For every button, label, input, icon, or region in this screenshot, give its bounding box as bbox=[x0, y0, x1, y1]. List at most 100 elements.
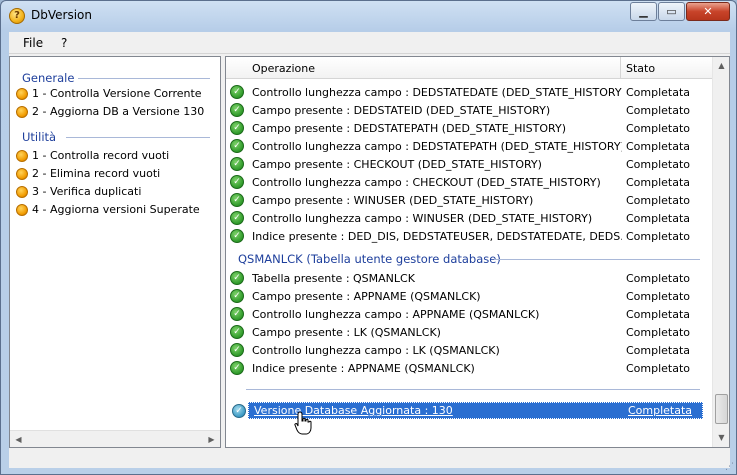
orange-bullet-icon bbox=[16, 105, 28, 118]
row-operation: Controllo lunghezza campo : DEDSTATEDATE… bbox=[252, 86, 622, 99]
table-row[interactable]: ✓ Campo presente : WINUSER (DED_STATE_HIS… bbox=[230, 191, 712, 209]
action-verifica-duplicati[interactable]: 3 - Verifica duplicati bbox=[16, 185, 141, 198]
table-row[interactable]: ✓ Controllo lunghezza campo : CHECKOUT (D… bbox=[230, 173, 712, 191]
table-row[interactable]: ✓ Controllo lunghezza campo : LK (QSMANLC… bbox=[230, 341, 712, 359]
table-row[interactable]: ✓ Controllo lunghezza campo : DEDSTATEPAT… bbox=[230, 137, 712, 155]
column-header: Operazione Stato bbox=[226, 57, 714, 79]
table-row[interactable]: ✓ Campo presente : APPNAME (QSMANLCK) Comp… bbox=[230, 287, 712, 305]
check-icon: ✓ bbox=[230, 193, 244, 207]
window-title: DbVersion bbox=[31, 8, 92, 22]
table-row[interactable]: ✓ Controllo lunghezza campo : APPNAME (QS… bbox=[230, 305, 712, 323]
scrollbar-thumb[interactable] bbox=[715, 394, 728, 424]
menu-help[interactable]: ? bbox=[61, 36, 67, 50]
row-operation[interactable]: Versione Database Aggiornata : 130 bbox=[254, 404, 453, 417]
row-status: Completata bbox=[626, 344, 691, 357]
check-icon: ✓ bbox=[230, 361, 244, 375]
check-icon: ✓ bbox=[230, 343, 244, 357]
scroll-right-icon[interactable]: ▶ bbox=[203, 431, 220, 447]
row-operation: Campo presente : APPNAME (QSMANLCK) bbox=[252, 290, 481, 303]
table-row[interactable]: ✓ Campo presente : DEDSTATEPATH (DED_STAT… bbox=[230, 119, 712, 137]
section-title-qsmanlck: QSMANLCK (Tabella utente gestore databas… bbox=[238, 252, 501, 266]
maximize-button[interactable]: ▭ bbox=[658, 2, 685, 21]
row-status: Completato bbox=[626, 290, 691, 303]
check-icon: ✓ bbox=[230, 325, 244, 339]
table-row[interactable]: ✓ Indice presente : APPNAME (QSMANLCK) Com… bbox=[230, 359, 712, 377]
action-label: 4 - Aggiorna versioni Superate bbox=[32, 203, 200, 216]
table-row[interactable]: ✓ Controllo lunghezza campo : DEDSTATEDAT… bbox=[230, 83, 712, 101]
row-operation: Tabella presente : QSMANLCK bbox=[252, 272, 415, 285]
row-operation: Campo presente : WINUSER (DED_STATE_HIST… bbox=[252, 194, 534, 207]
row-status: Completato bbox=[626, 194, 691, 207]
action-label: 2 - Aggiorna DB a Versione 130 bbox=[32, 105, 205, 118]
row-operation: Indice presente : APPNAME (QSMANLCK) bbox=[252, 362, 475, 375]
table-row[interactable]: ✓ Campo presente : LK (QSMANLCK) Completat… bbox=[230, 323, 712, 341]
table-row[interactable]: ✓ Tabella presente : QSMANLCK Completato bbox=[230, 269, 712, 287]
check-icon: ✓ bbox=[230, 289, 244, 303]
operations-list: Operazione Stato ✓ Controllo lunghezza ca… bbox=[225, 56, 730, 448]
table-row[interactable]: ✓ Campo presente : CHECKOUT (DED_STATE_HI… bbox=[230, 155, 712, 173]
orange-bullet-icon bbox=[16, 167, 28, 180]
section-divider bbox=[246, 389, 700, 390]
action-label: 2 - Elimina record vuoti bbox=[32, 167, 161, 180]
minimize-button[interactable]: ▁ bbox=[630, 2, 657, 21]
orange-bullet-icon bbox=[16, 203, 28, 216]
row-operation: Campo presente : LK (QSMANLCK) bbox=[252, 326, 441, 339]
row-status[interactable]: Completata bbox=[628, 404, 692, 417]
column-divider[interactable] bbox=[620, 57, 621, 79]
table-row[interactable]: ✓ Controllo lunghezza campo : WINUSER (DE… bbox=[230, 209, 712, 227]
row-operation: Campo presente : DEDSTATEID (DED_STATE_H… bbox=[252, 104, 551, 117]
client-area: Generale 1 - Controlla Versione Corrente… bbox=[9, 54, 730, 468]
row-operation: Indice presente : DED_DIS, DEDSTATEUSER,… bbox=[252, 230, 622, 243]
check-icon: ✓ bbox=[230, 211, 244, 225]
action-controlla-record-vuoti[interactable]: 1 - Controlla record vuoti bbox=[16, 149, 169, 162]
app-icon: ? bbox=[9, 8, 25, 24]
scroll-up-icon[interactable]: ▲ bbox=[713, 57, 730, 73]
close-button[interactable]: ✕ bbox=[686, 2, 730, 21]
resize-grip-icon[interactable]: ⋰ bbox=[725, 462, 734, 472]
check-icon: ✓ bbox=[230, 229, 244, 243]
check-icon: ✓ bbox=[230, 139, 244, 153]
action-aggiorna-versioni[interactable]: 4 - Aggiorna versioni Superate bbox=[16, 203, 200, 216]
app-window: ? DbVersion ▁ ▭ ✕ File ? Generale 1 - Co… bbox=[0, 0, 737, 475]
row-status: Completato bbox=[626, 362, 691, 375]
row-operation: Controllo lunghezza campo : DEDSTATEPATH… bbox=[252, 140, 622, 153]
orange-bullet-icon bbox=[16, 87, 28, 100]
row-operation: Campo presente : DEDSTATEPATH (DED_STATE… bbox=[252, 122, 566, 135]
window-controls: ▁ ▭ ✕ bbox=[629, 2, 730, 21]
group-title-utilita: Utilità bbox=[22, 130, 57, 144]
check-icon: ✓ bbox=[230, 85, 244, 99]
check-icon: ✓ bbox=[232, 404, 246, 418]
column-header-operazione[interactable]: Operazione bbox=[252, 62, 315, 75]
row-operation: Controllo lunghezza campo : WINUSER (DED… bbox=[252, 212, 593, 225]
row-operation: Controllo lunghezza campo : CHECKOUT (DE… bbox=[252, 176, 601, 189]
section-divider bbox=[494, 259, 700, 260]
action-aggiorna-db[interactable]: 2 - Aggiorna DB a Versione 130 bbox=[16, 105, 204, 118]
column-header-stato[interactable]: Stato bbox=[626, 62, 655, 75]
title-bar: ? DbVersion ▁ ▭ ✕ bbox=[1, 1, 736, 31]
row-status: Completato bbox=[626, 104, 691, 117]
row-status: Completato bbox=[626, 230, 691, 243]
action-controlla-versione[interactable]: 1 - Controlla Versione Corrente bbox=[16, 87, 202, 100]
row-status: Completata bbox=[626, 86, 691, 99]
row-status: Completata bbox=[626, 140, 691, 153]
scroll-left-icon[interactable]: ◀ bbox=[10, 431, 27, 447]
table-row[interactable]: ✓ Indice presente : DED_DIS, DEDSTATEUSER… bbox=[230, 227, 712, 245]
check-icon: ✓ bbox=[230, 271, 244, 285]
orange-bullet-icon bbox=[16, 185, 28, 198]
check-icon: ✓ bbox=[230, 103, 244, 117]
check-icon: ✓ bbox=[230, 175, 244, 189]
action-elimina-record-vuoti[interactable]: 2 - Elimina record vuoti bbox=[16, 167, 160, 180]
check-icon: ✓ bbox=[230, 307, 244, 321]
check-icon: ✓ bbox=[230, 157, 244, 171]
orange-bullet-icon bbox=[16, 149, 28, 162]
row-status: Completata bbox=[626, 308, 691, 321]
table-row[interactable]: ✓ Campo presente : DEDSTATEID (DED_STATE_… bbox=[230, 101, 712, 119]
row-status: Completato bbox=[626, 326, 691, 339]
group-title-generale: Generale bbox=[22, 71, 75, 85]
row-status: Completata bbox=[626, 212, 691, 225]
horizontal-scrollbar[interactable]: ◀ ▶ bbox=[10, 430, 220, 447]
menu-file[interactable]: File bbox=[23, 36, 43, 50]
scroll-down-icon[interactable]: ▼ bbox=[713, 429, 730, 445]
row-status: Completato bbox=[626, 158, 691, 171]
vertical-scrollbar[interactable]: ▲ ▼ bbox=[712, 57, 729, 447]
